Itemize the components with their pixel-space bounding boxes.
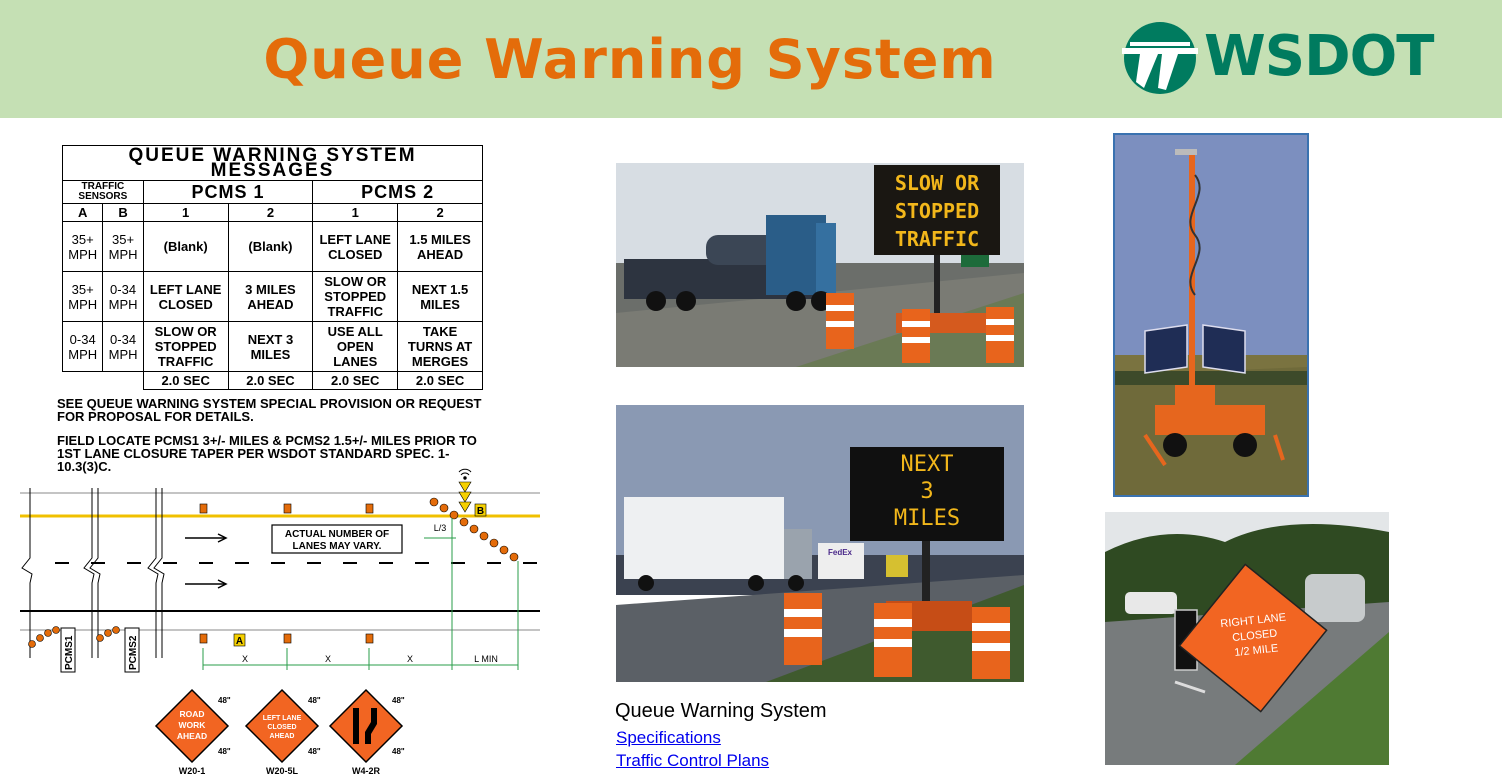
sensor-a-cell: 35+ MPH [61,221,104,272]
sign-marker [365,503,374,514]
wsdot-logo: WSDOT [1120,18,1470,98]
sign-marker [199,633,208,644]
col-header-pcms1-1: 1 [142,203,229,222]
sign-marker [283,633,292,644]
table-row: 35+ MPH 0-34 MPH LEFT LANE CLOSED 3 MILE… [61,271,483,322]
note-special-provision: SEE QUEUE WARNING SYSTEM SPECIAL PROVISI… [57,396,482,424]
lanes-note-line2: LANES MAY VARY. [293,541,382,552]
sign-code: W20-1 [179,766,206,776]
svg-text:48": 48" [308,747,321,756]
pcms2-msg1-cell: USE ALL OPEN LANES [312,321,399,372]
distance-x-2: X [325,654,331,664]
page-title: Queue Warning System [263,28,997,91]
photo-next-miles-sign: FedEx NEXT 3 MILES [616,405,1024,682]
pcms1-msg2-cell: (Blank) [227,221,314,272]
pcms1-msg1-cell: LEFT LANE CLOSED [142,271,229,322]
table-row: 35+ MPH 35+ MPH (Blank) (Blank) LEFT LAN… [61,221,483,272]
photo-slow-traffic-sign: SLOW OR STOPPED TRAFFIC [616,163,1024,367]
col-header-pcms1-2: 2 [227,203,314,222]
pcms1-label: PCMS1 [64,635,75,670]
svg-text:WORK: WORK [179,720,207,730]
sensor-a-cell: 35+ MPH [61,271,104,322]
col-header-b: B [102,203,144,222]
svg-text:48": 48" [392,696,405,705]
svg-text:AHEAD: AHEAD [270,733,295,740]
distance-lmin: L MIN [474,654,498,664]
col-header-pcms2-2: 2 [397,203,483,222]
sensor-a-label: A [236,636,243,647]
svg-text:48": 48" [218,747,231,756]
pcms2-msg2-cell: NEXT 1.5 MILES [397,271,483,322]
duration-cell: 2.0 SEC [227,371,314,390]
sign-w20-1: ROAD WORK AHEAD 48" 48" W20-1 [154,688,231,776]
fedex-truck-logo: FedEx [828,548,853,557]
queue-messages-table: QUEUE WARNING SYSTEM MESSAGES TRAFFIC SE… [61,145,483,390]
sensor-b-cell: 0-34 MPH [102,321,144,372]
photo-solar-trailer [1113,133,1309,497]
col-header-a: A [61,203,104,222]
svg-text:LEFT LANE: LEFT LANE [263,715,302,722]
distance-x-1: X [242,654,248,664]
pcms1-header: PCMS 1 [142,180,314,204]
table-title: QUEUE WARNING SYSTEM MESSAGES [62,145,483,181]
col-header-pcms2-1: 1 [312,203,399,222]
wsdot-logo-icon [1122,22,1198,94]
traffic-control-plans-link[interactable]: Traffic Control Plans [616,751,769,771]
sign-w20-5l: LEFT LANE CLOSED AHEAD 48" 48" W20-5L [244,688,321,776]
pcms2-msg2-cell: 1.5 MILES AHEAD [397,221,483,272]
duration-cell: 2.0 SEC [397,371,483,390]
empty-cell [63,372,144,390]
sign1-line1: SLOW OR [895,171,980,195]
pcms2-label: PCMS2 [128,635,139,670]
pcms1-msg2-cell: NEXT 3 MILES [227,321,314,372]
traffic-sensors-header: TRAFFIC SENSORS [62,180,144,204]
table-row: 0-34 MPH 0-34 MPH SLOW OR STOPPED TRAFFI… [61,321,483,372]
duration-cell: 2.0 SEC [312,371,399,390]
sign2-line2: 3 [920,479,933,504]
caption-title: Queue Warning System [615,700,827,722]
sign1-line3: TRAFFIC [895,227,979,251]
pcms2-header: PCMS 2 [312,180,483,204]
pcms2-msg2-cell: TAKE TURNS AT MERGES [397,321,483,372]
pcms1-msg1-cell: SLOW OR STOPPED TRAFFIC [142,321,229,372]
svg-text:CLOSED: CLOSED [267,724,296,731]
svg-text:48": 48" [218,696,231,705]
taper-label: L/3 [434,523,447,533]
distance-x-3: X [407,654,413,664]
svg-text:48": 48" [392,747,405,756]
pcms2-msg1-cell: SLOW OR STOPPED TRAFFIC [312,271,399,322]
sign-code: W4-2R [352,766,381,776]
sign1-line2: STOPPED [895,199,979,223]
sensor-b-label: B [477,506,484,517]
pcms2-msg1-cell: LEFT LANE CLOSED [312,221,399,272]
sign-marker [199,503,208,514]
photo-right-lane-closed-sign: RIGHT LANE CLOSED 1/2 MILE [1105,512,1389,765]
wireless-icon [458,468,472,480]
svg-text:AHEAD: AHEAD [177,731,207,741]
pcms1-msg1-cell: (Blank) [142,221,229,272]
wsdot-logo-text: WSDOT [1204,24,1434,89]
specifications-link[interactable]: Specifications [616,728,721,748]
duration-row: 2.0 SEC 2.0 SEC 2.0 SEC 2.0 SEC [63,371,483,390]
traffic-control-diagram: ACTUAL NUMBER OF LANES MAY VARY. A B L/3… [20,468,540,776]
svg-text:48": 48" [308,696,321,705]
sign-code: W20-5L [266,766,299,776]
lanes-note-line1: ACTUAL NUMBER OF [285,529,389,540]
svg-text:ROAD: ROAD [179,709,204,719]
duration-cell: 2.0 SEC [142,371,229,390]
pcms1-msg2-cell: 3 MILES AHEAD [227,271,314,322]
sensor-b-cell: 0-34 MPH [102,271,144,322]
sign2-line1: NEXT [901,452,954,477]
sensor-b-cell: 35+ MPH [102,221,144,272]
sensor-a-cell: 0-34 MPH [61,321,104,372]
sign-w4-2r: 48" 48" W4-2R [328,688,405,776]
sign-marker [283,503,292,514]
sign-marker [365,633,374,644]
sign2-line3: MILES [894,506,960,531]
